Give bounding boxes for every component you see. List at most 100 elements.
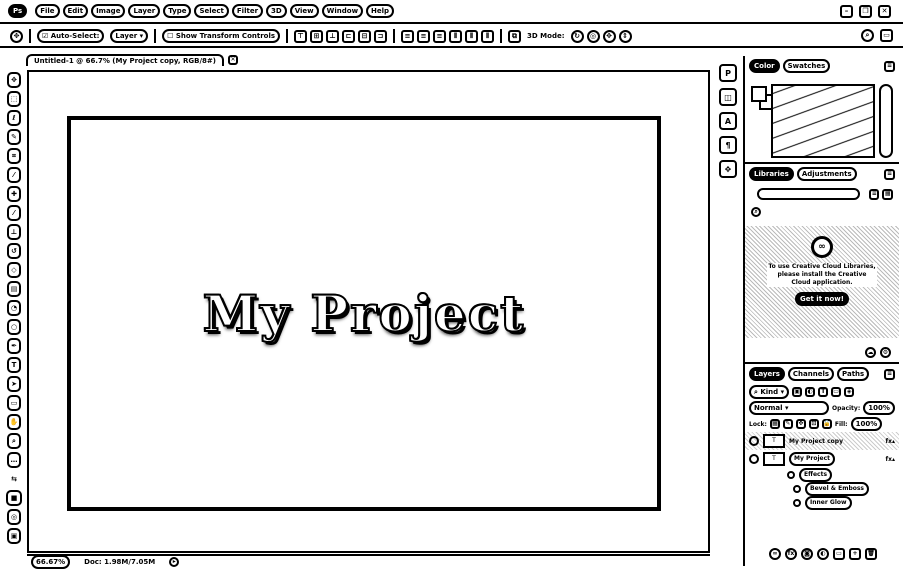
lock-artboard-icon[interactable]: ⊡ [808, 419, 819, 429]
foreground-color-icon[interactable]: ■ [6, 490, 22, 506]
quick-select-tool-icon[interactable]: ✎ [7, 129, 21, 145]
zoom-tool-icon[interactable]: ⌕ [7, 433, 21, 449]
menu-help[interactable]: Help [366, 4, 395, 18]
distribute-right-icon[interactable]: ⦀ [481, 29, 495, 43]
document-tab[interactable]: Untitled-1 @ 66.7% (My Project copy, RGB… [26, 54, 224, 66]
menu-3d[interactable]: 3D [266, 4, 287, 18]
path-select-tool-icon[interactable]: ➤ [7, 376, 21, 392]
grid-view-icon[interactable]: ▦ [882, 188, 893, 200]
menu-select[interactable]: Select [194, 4, 229, 18]
effect-eye-icon[interactable] [793, 499, 801, 507]
opacity-field[interactable]: 100% [863, 401, 895, 415]
zoom-field[interactable]: 66.67% [31, 555, 71, 569]
minimize-icon[interactable]: – [840, 5, 853, 18]
lock-all-icon[interactable]: 🔒 [821, 419, 832, 429]
effect-row[interactable]: Bevel & Emboss [745, 482, 899, 496]
tab-color[interactable]: Color [749, 59, 780, 73]
cloud-sync-icon[interactable]: ☁ [865, 347, 876, 358]
adjustment-layer-icon[interactable]: ◐ [817, 548, 829, 560]
menu-edit[interactable]: Edit [62, 4, 89, 18]
blur-tool-icon[interactable]: ◔ [7, 300, 21, 316]
menu-view[interactable]: View [289, 4, 319, 18]
restore-icon[interactable]: ❐ [859, 5, 872, 18]
tab-swatches[interactable]: Swatches [782, 59, 831, 73]
menu-window[interactable]: Window [321, 4, 364, 18]
filter-type-icon[interactable]: T [818, 387, 829, 397]
color-spectrum[interactable] [771, 84, 875, 158]
fill-field[interactable]: 100% [850, 417, 883, 431]
menu-image[interactable]: Image [91, 4, 126, 18]
new-layer-icon[interactable]: + [849, 548, 861, 560]
3d-drag-icon[interactable]: ✥ [602, 29, 616, 43]
library-settings-icon[interactable]: ⚙ [880, 347, 891, 358]
close-tab-icon[interactable]: ✕ [227, 55, 238, 65]
hue-slider[interactable] [879, 84, 893, 158]
screen-mode-icon[interactable]: ▣ [7, 528, 21, 544]
color-swap-icon[interactable]: ⇆ [7, 471, 21, 487]
type-tool-icon[interactable]: T [7, 357, 21, 373]
status-arrow-icon[interactable]: ▸ [169, 557, 180, 567]
visibility-eye-icon[interactable] [749, 454, 759, 464]
add-mask-icon[interactable]: ◙ [801, 548, 813, 560]
3d-rotate-icon[interactable]: ↻ [570, 29, 584, 43]
move-tool-preset-icon[interactable]: ✥ [10, 29, 23, 43]
search-icon[interactable]: ⌕ [751, 207, 761, 217]
transform-controls-checkbox[interactable]: ☐ Show Transform Controls [162, 29, 281, 43]
layer-row[interactable]: T My Project copy fx▴ [745, 432, 899, 450]
lasso-tool-icon[interactable]: ℓ [7, 110, 21, 126]
distribute-left-icon[interactable]: ⦀ [449, 29, 463, 43]
blend-mode-dropdown[interactable]: Normal ▾ [749, 401, 829, 415]
foreground-swatch[interactable] [751, 86, 767, 102]
brush-presets-icon[interactable]: ✥ [719, 160, 737, 178]
properties-icon[interactable]: P [719, 64, 737, 82]
healing-tool-icon[interactable]: ✚ [7, 186, 21, 202]
brush-tool-icon[interactable]: ⁄ [7, 205, 21, 221]
menu-filter[interactable]: Filter [231, 4, 264, 18]
tab-paths[interactable]: Paths [837, 367, 870, 381]
3d-slide-icon[interactable]: ⇕ [618, 29, 632, 43]
layer-select-dropdown[interactable]: Layer ▾ [110, 29, 149, 43]
filter-pixel-icon[interactable]: ▣ [792, 387, 803, 397]
list-view-icon[interactable]: ≡ [868, 188, 880, 200]
distribute-vcenter-icon[interactable]: ≡ [417, 29, 431, 43]
pen-tool-icon[interactable]: ✒ [7, 338, 21, 354]
tab-adjustments[interactable]: Adjustments [796, 167, 857, 181]
visibility-eye-icon[interactable] [749, 436, 759, 446]
menu-file[interactable]: File [35, 4, 60, 18]
menu-type[interactable]: Type [163, 4, 192, 18]
kind-filter-dropdown[interactable]: ⌕ Kind ▾ [749, 385, 790, 399]
more-tools-icon[interactable]: … [7, 452, 21, 468]
dodge-tool-icon[interactable]: ○ [7, 319, 21, 335]
marquee-tool-icon[interactable]: ⬚ [7, 91, 21, 107]
move-tool-icon[interactable]: ✥ [7, 72, 21, 88]
shape-tool-icon[interactable]: ▭ [7, 395, 21, 411]
auto-select-checkbox[interactable]: ☑ Auto-Select: [37, 29, 105, 43]
align-bottom-icon[interactable]: ⊥ [326, 29, 340, 43]
panel-menu-icon[interactable]: ≡ [884, 60, 895, 72]
filter-shape-icon[interactable]: ▭ [831, 387, 842, 397]
lock-pixels-icon[interactable]: ▦ [769, 419, 780, 429]
effect-eye-icon[interactable] [793, 485, 801, 493]
eraser-tool-icon[interactable]: ◇ [7, 262, 21, 278]
3d-roll-icon[interactable]: ◎ [586, 29, 600, 43]
crop-tool-icon[interactable]: ⌗ [7, 148, 21, 164]
eyedropper-tool-icon[interactable]: ⁄ [7, 167, 21, 183]
effect-row[interactable]: Inner Glow [745, 496, 899, 510]
effects-eye-icon[interactable] [787, 471, 795, 479]
align-top-icon[interactable]: ⊤ [294, 29, 308, 43]
history-brush-tool-icon[interactable]: ↺ [7, 243, 21, 259]
align-right-icon[interactable]: ⊐ [374, 29, 388, 43]
tab-channels[interactable]: Channels [787, 367, 835, 381]
new-group-icon[interactable]: ▭ [833, 548, 845, 560]
lock-position-icon[interactable]: ✥ [795, 419, 806, 429]
gradient-tool-icon[interactable]: ▤ [7, 281, 21, 297]
quick-mask-icon[interactable]: ◎ [7, 509, 21, 525]
distribute-bottom-icon[interactable]: ≡ [433, 29, 447, 43]
get-it-now-button[interactable]: Get it now! [795, 292, 849, 306]
tab-layers[interactable]: Layers [749, 367, 785, 381]
effects-row[interactable]: Effects [745, 468, 899, 482]
search-icon[interactable]: ⌕ [861, 29, 874, 42]
document-canvas[interactable]: My Project [67, 116, 661, 511]
align-left-icon[interactable]: ⊏ [342, 29, 356, 43]
layer-row[interactable]: T My Project fx▴ [745, 450, 899, 468]
